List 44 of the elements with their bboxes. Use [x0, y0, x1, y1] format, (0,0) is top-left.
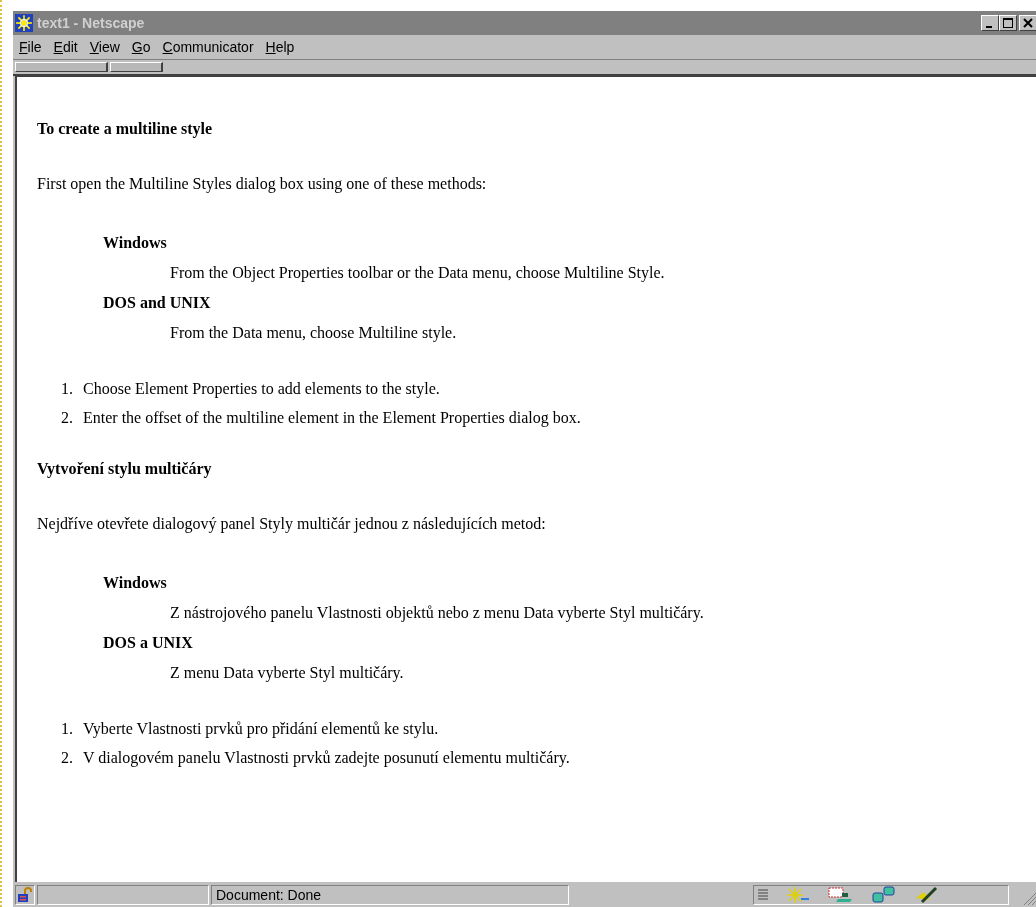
navigator-icon[interactable] [786, 886, 810, 904]
step-number: 1. [60, 719, 73, 739]
step-text: Vyberte Vlastnosti prvků pro přidání elementů ke stylu. [83, 719, 439, 740]
platform-description: Z menu Data vyberte Styl multičáry. [170, 663, 405, 684]
platform-term: Windows [103, 233, 168, 253]
maximize-icon [1003, 18, 1013, 28]
platform-description: From the Object Properties toolbar or the Data menu, choose Multiline Style. [170, 263, 666, 284]
menu-item[interactable]: Help [265, 39, 295, 55]
netscape-logo-icon [15, 14, 33, 32]
step-text: Choose Element Properties to add elements to the style. [83, 379, 440, 400]
toolbar-grip[interactable] [15, 62, 108, 72]
step-number: 2. [60, 408, 73, 428]
status-text: Document: Done [211, 885, 569, 905]
step-text: Enter the offset of the multiline element in the Element Properties dialog box. [83, 408, 581, 429]
menu-item[interactable]: File [19, 39, 42, 55]
platform-description: Z nástrojového panelu Vlastnosti objektů nebo z menu Data vyberte Styl multičáry. [170, 603, 705, 624]
security-panel[interactable] [15, 885, 35, 905]
step-text: V dialogovém panelu Vlastnosti prvků zadejte posunutí elementu multičáry. [83, 748, 570, 769]
chat-icon[interactable] [872, 886, 896, 904]
section-heading: Vytvoření stylu multičáry [37, 460, 213, 478]
maximize-button[interactable] [999, 15, 1017, 31]
mail-icon[interactable] [828, 887, 854, 903]
menu-item[interactable]: View [89, 39, 120, 55]
menu-item[interactable]: Communicator [162, 39, 254, 55]
minimize-icon [986, 25, 992, 28]
section-heading: To create a multiline style [37, 120, 214, 138]
toolbar-grip[interactable] [110, 62, 163, 72]
platform-description: From the Data menu, choose Multiline style. [170, 323, 458, 344]
intro-paragraph: First open the Multiline Styles dialog box using one of these methods: [37, 175, 488, 193]
menu-item[interactable]: Edit [53, 39, 78, 55]
menu-item[interactable]: Go [131, 39, 151, 55]
close-button[interactable] [1019, 15, 1036, 31]
window-title: text1 - Netscape [37, 15, 145, 31]
platform-term: DOS a UNIX [103, 633, 194, 653]
step-number: 1. [60, 379, 73, 399]
resize-grip-icon[interactable] [1023, 892, 1036, 906]
padlock-icon [17, 887, 33, 903]
pen-icon[interactable] [914, 886, 938, 904]
step-number: 2. [60, 748, 73, 768]
minimize-button[interactable] [981, 15, 999, 31]
platform-term: DOS and UNIX [103, 293, 212, 313]
intro-paragraph: Nejdříve otevřete dialogový panel Styly multičár jednou z následujících metod: [37, 515, 547, 533]
close-icon [1023, 18, 1033, 28]
platform-term: Windows [103, 573, 168, 593]
